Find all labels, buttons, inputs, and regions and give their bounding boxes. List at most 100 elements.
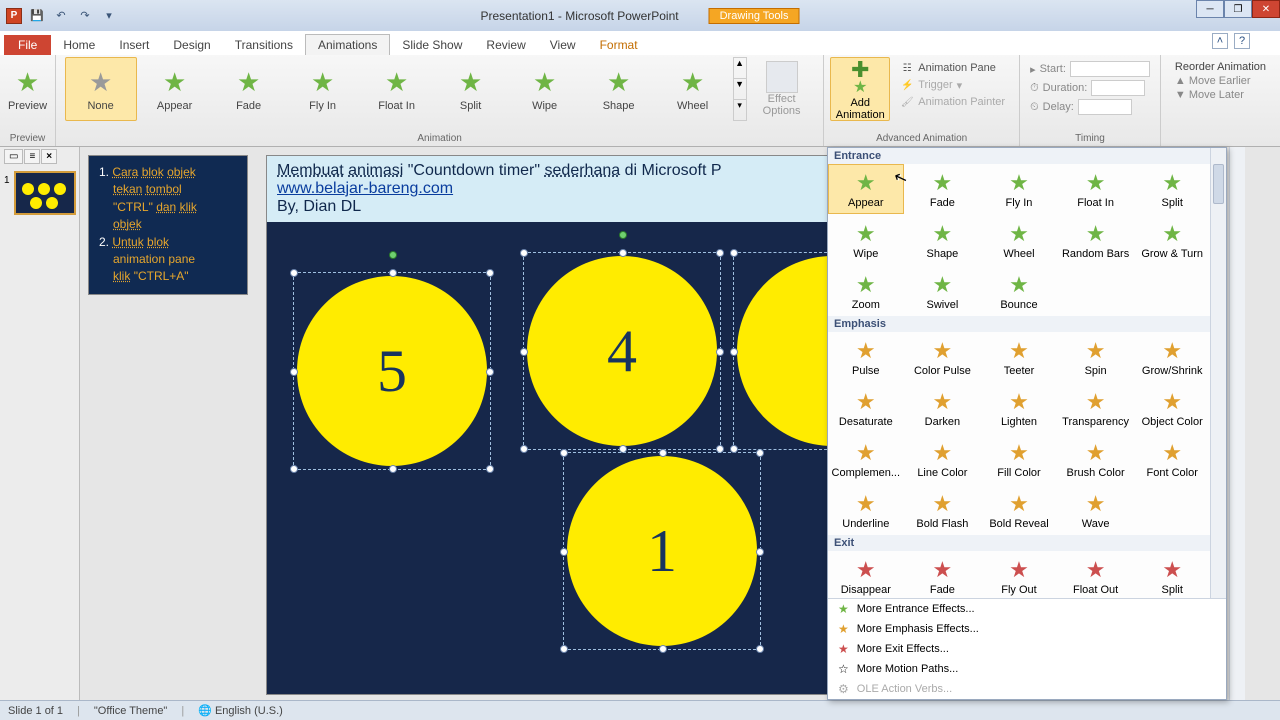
slide-link[interactable]: www.belajar-bareng.com	[277, 180, 891, 198]
more-emphasis-effects[interactable]: ★More Emphasis Effects...	[828, 619, 1226, 639]
duration-input[interactable]	[1091, 80, 1145, 96]
gallery-item-darken[interactable]: ★Darken	[905, 383, 981, 433]
tab-format[interactable]: Format	[588, 35, 650, 55]
trigger-button[interactable]: ⚡Trigger ▾	[900, 78, 1005, 92]
gallery-item-random-bars[interactable]: ★Random Bars	[1058, 215, 1134, 265]
gallery-item-split[interactable]: ★Split	[1134, 551, 1210, 601]
gallery-more-icon[interactable]: ▾	[734, 99, 746, 120]
gallery-more-list: ★More Entrance Effects... ★More Emphasis…	[828, 598, 1226, 699]
gallery-item-wipe[interactable]: ★Wipe	[828, 215, 904, 265]
start-select[interactable]	[1070, 61, 1150, 77]
gallery-item-wave[interactable]: ★Wave	[1058, 485, 1134, 535]
window-title: Presentation1 - Microsoft PowerPoint	[481, 9, 679, 23]
anim-floatin[interactable]: ★Float In	[361, 57, 433, 121]
anim-flyin[interactable]: ★Fly In	[287, 57, 359, 121]
gallery-item-swivel[interactable]: ★Swivel	[905, 266, 981, 316]
restore-button[interactable]: ❐	[1224, 0, 1252, 18]
tab-transitions[interactable]: Transitions	[223, 35, 305, 55]
gallery-up-icon[interactable]: ▲	[734, 58, 746, 78]
gallery-scrollbar[interactable]	[1210, 148, 1226, 601]
redo-icon[interactable]: ↷	[76, 7, 94, 25]
slide-canvas[interactable]: Membuat animasi "Countdown timer" sederh…	[266, 155, 902, 695]
move-earlier-button: ▲ Move Earlier	[1175, 75, 1266, 87]
gallery-item-desaturate[interactable]: ★Desaturate	[828, 383, 904, 433]
file-tab[interactable]: File	[4, 35, 51, 55]
anim-fade[interactable]: ★Fade	[213, 57, 285, 121]
gallery-item-complemen-[interactable]: ★Complemen...	[828, 434, 904, 484]
preview-button[interactable]: ★ Preview	[4, 57, 52, 121]
gallery-item-pulse[interactable]: ★Pulse	[828, 332, 904, 382]
group-advanced-label: Advanced Animation	[830, 133, 1013, 144]
gallery-item-spin[interactable]: ★Spin	[1058, 332, 1134, 382]
more-exit-effects[interactable]: ★More Exit Effects...	[828, 639, 1226, 659]
group-preview-label: Preview	[6, 133, 49, 144]
status-slide-count: Slide 1 of 1	[8, 705, 63, 717]
gallery-item-zoom[interactable]: ★Zoom	[828, 266, 904, 316]
anim-wipe[interactable]: ★Wipe	[509, 57, 581, 121]
reorder-label: Reorder Animation	[1175, 61, 1266, 73]
gallery-down-icon[interactable]: ▼	[734, 78, 746, 99]
slide-thumbnail-1[interactable]	[14, 171, 76, 215]
gallery-item-fade[interactable]: ★Fade	[905, 164, 981, 214]
tab-view[interactable]: View	[538, 35, 588, 55]
gallery-item-wheel[interactable]: ★Wheel	[981, 215, 1057, 265]
more-entrance-effects[interactable]: ★More Entrance Effects...	[828, 599, 1226, 619]
tab-slideshow[interactable]: Slide Show	[390, 35, 474, 55]
thumb-tab-outline[interactable]: ≡	[24, 149, 40, 164]
gallery-item-line-color[interactable]: ★Line Color	[905, 434, 981, 484]
tab-design[interactable]: Design	[161, 35, 222, 55]
delay-input[interactable]	[1078, 99, 1132, 115]
gallery-item-fly-in[interactable]: ★Fly In	[981, 164, 1057, 214]
gallery-item-underline[interactable]: ★Underline	[828, 485, 904, 535]
contextual-tab-label: Drawing Tools	[709, 8, 800, 24]
gallery-item-bounce[interactable]: ★Bounce	[981, 266, 1057, 316]
anim-shape[interactable]: ★Shape	[583, 57, 655, 121]
gallery-item-lighten[interactable]: ★Lighten	[981, 383, 1057, 433]
save-icon[interactable]: 💾	[28, 7, 46, 25]
anim-wheel[interactable]: ★Wheel	[657, 57, 729, 121]
tab-review[interactable]: Review	[474, 35, 537, 55]
gallery-item-bold-reveal[interactable]: ★Bold Reveal	[981, 485, 1057, 535]
gallery-item-color-pulse[interactable]: ★Color Pulse	[905, 332, 981, 382]
gallery-item-grow-shrink[interactable]: ★Grow/Shrink	[1134, 332, 1210, 382]
gallery-item-split[interactable]: ★Split	[1134, 164, 1210, 214]
slide-title-box[interactable]: Membuat animasi "Countdown timer" sederh…	[267, 156, 901, 222]
vertical-scrollbar[interactable]	[1229, 147, 1245, 700]
qat-more-icon[interactable]: ▾	[100, 7, 118, 25]
gallery-item-disappear[interactable]: ★Disappear	[828, 551, 904, 601]
close-button[interactable]: ✕	[1252, 0, 1280, 18]
gallery-item-fly-out[interactable]: ★Fly Out	[981, 551, 1057, 601]
thumb-tab-slides[interactable]: ▭	[4, 149, 23, 164]
gallery-item-object-color[interactable]: ★Object Color	[1134, 383, 1210, 433]
instructions-textbox[interactable]: 1. Cara blok objek tekan tombol "CTRL" d…	[88, 155, 248, 295]
anim-split[interactable]: ★Split	[435, 57, 507, 121]
minimize-ribbon-icon[interactable]: ˄	[1212, 33, 1228, 49]
tab-animations[interactable]: Animations	[305, 34, 390, 55]
gallery-item-transparency[interactable]: ★Transparency	[1058, 383, 1134, 433]
tab-home[interactable]: Home	[51, 35, 107, 55]
gallery-item-teeter[interactable]: ★Teeter	[981, 332, 1057, 382]
ribbon-tabs: File Home Insert Design Transitions Anim…	[0, 31, 1280, 55]
status-language[interactable]: 🌐 English (U.S.)	[198, 704, 283, 717]
anim-appear[interactable]: ★Appear	[139, 57, 211, 121]
thumb-close-icon[interactable]: ×	[41, 149, 57, 164]
undo-icon[interactable]: ↶	[52, 7, 70, 25]
tab-insert[interactable]: Insert	[107, 35, 161, 55]
gallery-item-font-color[interactable]: ★Font Color	[1134, 434, 1210, 484]
gallery-item-brush-color[interactable]: ★Brush Color	[1058, 434, 1134, 484]
help-icon[interactable]: ?	[1234, 33, 1250, 49]
gallery-item-float-in[interactable]: ★Float In	[1058, 164, 1134, 214]
delay-label: Delay:	[1043, 101, 1074, 113]
gallery-item-float-out[interactable]: ★Float Out	[1058, 551, 1134, 601]
gallery-item-fade[interactable]: ★Fade	[905, 551, 981, 601]
gallery-item-bold-flash[interactable]: ★Bold Flash	[905, 485, 981, 535]
minimize-button[interactable]: ─	[1196, 0, 1224, 18]
animation-pane-button[interactable]: ☷Animation Pane	[900, 61, 1005, 75]
start-label: Start:	[1040, 63, 1066, 75]
more-motion-paths[interactable]: ☆More Motion Paths...	[828, 659, 1226, 679]
add-animation-button[interactable]: ✚ ★ Add Animation	[830, 57, 890, 121]
anim-none[interactable]: ★None	[65, 57, 137, 121]
gallery-item-fill-color[interactable]: ★Fill Color	[981, 434, 1057, 484]
gallery-item-grow-turn[interactable]: ★Grow & Turn	[1134, 215, 1210, 265]
gallery-item-shape[interactable]: ★Shape	[905, 215, 981, 265]
